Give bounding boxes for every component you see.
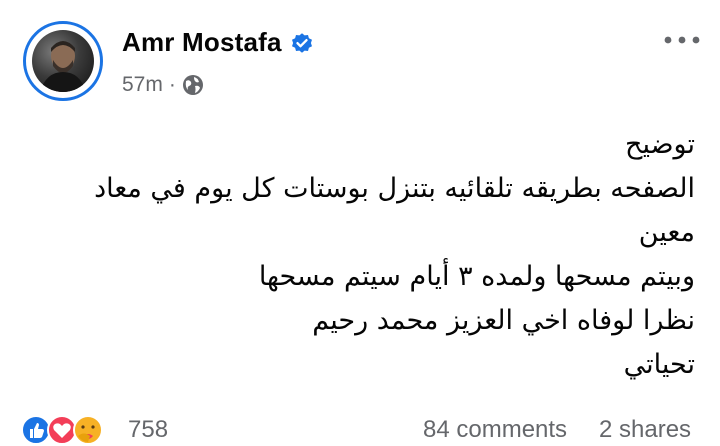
author-row: Amr Mostafa [122, 27, 314, 58]
post-meta: 57m · [122, 73, 204, 97]
verified-badge-icon [291, 32, 312, 53]
comments-count[interactable]: 84 comments [423, 416, 567, 444]
post-line: تحياتي [623, 349, 695, 380]
globe-icon[interactable] [182, 74, 204, 96]
post-line: توضيح [625, 129, 695, 160]
post-line: الصفحه بطريقه تلقائيه بتنزل بوستات كل يو… [94, 173, 695, 204]
avatar[interactable] [23, 21, 103, 101]
meta-separator: · [168, 73, 176, 96]
post-line: نظرا لوفاه اخي العزيز محمد رحيم [312, 305, 695, 336]
post-line: معين [638, 217, 695, 248]
post-header: Amr Mostafa 57m · [0, 0, 720, 110]
love-icon [47, 415, 77, 445]
care-icon [73, 415, 103, 445]
post-time[interactable]: 57m [122, 73, 163, 97]
author-name[interactable]: Amr Mostafa [122, 27, 282, 58]
shares-count[interactable]: 2 shares [599, 416, 691, 444]
post-footer: 758 84 comments 2 shares [0, 410, 720, 445]
more-options-icon[interactable] [662, 28, 702, 52]
post-line: وبيتم مسحها ولمده ٣ أيام سيتم مسحها [258, 261, 695, 292]
reaction-count[interactable]: 758 [128, 416, 168, 444]
avatar-photo [32, 30, 94, 92]
like-icon [22, 415, 51, 445]
post-text: توضيح الصفحه بطريقه تلقائيه بتنزل بوستات… [55, 123, 695, 387]
reaction-icons[interactable] [22, 414, 122, 446]
